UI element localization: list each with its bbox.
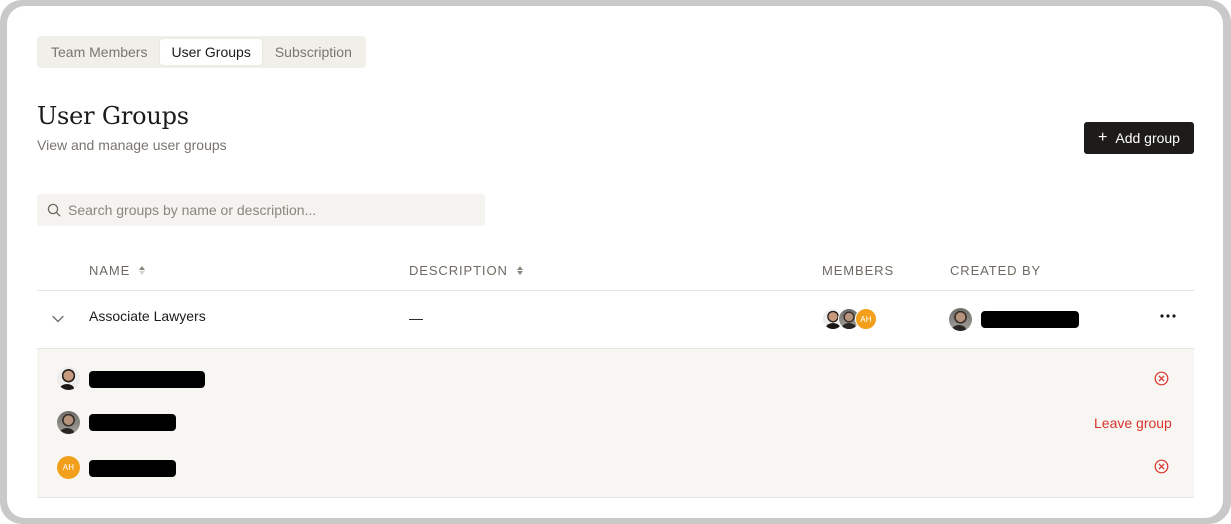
more-options-icon[interactable] xyxy=(1158,308,1178,324)
window-frame: Team Members User Groups Subscription Us… xyxy=(0,0,1231,524)
add-group-label: Add group xyxy=(1115,130,1180,146)
column-created-by-label: CREATED BY xyxy=(950,263,1042,278)
page-subtitle: View and manage user groups xyxy=(37,137,227,153)
column-header-name[interactable]: NAME xyxy=(89,263,146,278)
add-group-button[interactable]: + Add group xyxy=(1084,122,1194,154)
avatar-initials: AH xyxy=(855,308,877,330)
column-description-label: DESCRIPTION xyxy=(409,263,508,278)
member-avatar-initials: AH xyxy=(57,456,80,479)
page-title: User Groups xyxy=(37,102,189,130)
member-name-redacted xyxy=(89,460,176,477)
expanded-members-panel xyxy=(37,349,1194,497)
tab-subscription[interactable]: Subscription xyxy=(264,39,363,65)
header-divider xyxy=(37,290,1194,291)
member-avatar xyxy=(57,367,80,390)
creator-avatar xyxy=(949,308,972,331)
settings-panel: Team Members User Groups Subscription Us… xyxy=(7,6,1223,518)
chevron-down-icon[interactable] xyxy=(51,312,65,326)
column-header-created-by: CREATED BY xyxy=(950,263,1041,278)
column-header-description[interactable]: DESCRIPTION xyxy=(409,263,523,278)
sort-icon[interactable] xyxy=(516,266,523,275)
tab-team-members[interactable]: Team Members xyxy=(40,39,158,65)
tab-user-groups[interactable]: User Groups xyxy=(160,39,262,65)
column-members-label: MEMBERS xyxy=(822,263,895,278)
plus-icon: + xyxy=(1098,128,1108,146)
table-bottom-divider xyxy=(37,497,1194,498)
column-header-members: MEMBERS xyxy=(822,263,894,278)
search-box xyxy=(37,194,485,226)
member-name-redacted xyxy=(89,371,205,388)
group-name[interactable]: Associate Lawyers xyxy=(89,308,206,324)
search-icon xyxy=(47,203,61,217)
tab-bar: Team Members User Groups Subscription xyxy=(37,36,366,68)
search-input[interactable] xyxy=(68,202,468,218)
leave-group-link[interactable]: Leave group xyxy=(1094,415,1172,431)
member-avatar xyxy=(57,411,80,434)
group-description: — xyxy=(409,310,423,326)
remove-member-icon[interactable] xyxy=(1154,459,1169,474)
creator-name-redacted xyxy=(981,311,1079,328)
column-name-label: NAME xyxy=(89,263,131,278)
member-name-redacted xyxy=(89,414,176,431)
sort-icon[interactable] xyxy=(139,266,146,275)
remove-member-icon[interactable] xyxy=(1154,371,1169,386)
